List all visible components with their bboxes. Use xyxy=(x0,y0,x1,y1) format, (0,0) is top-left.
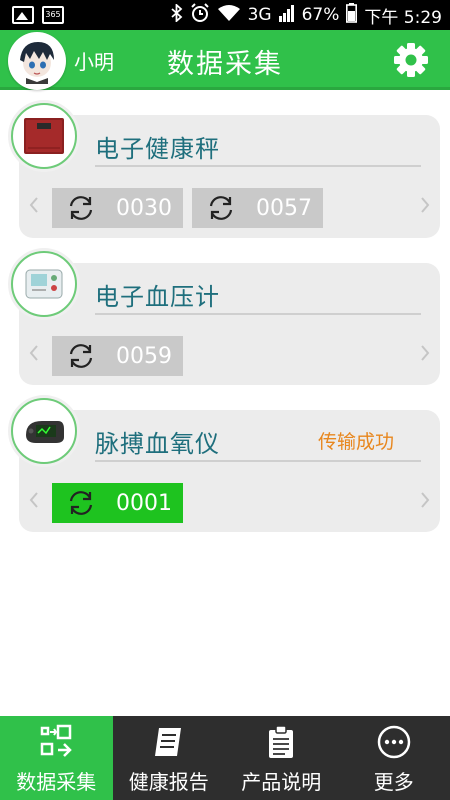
status-bar: 365 3G 67% 下午 5:29 xyxy=(0,0,450,30)
data-collect-icon xyxy=(41,724,73,757)
nav-label: 健康报告 xyxy=(128,770,209,794)
device-card-oximeter[interactable]: 脉搏血氧仪 传输成功 0001 xyxy=(11,398,440,532)
gear-icon xyxy=(394,43,428,77)
report-icon xyxy=(154,728,181,756)
user-avatar-icon xyxy=(20,42,54,84)
chevron-right-icon[interactable] xyxy=(420,343,430,368)
scale-device-image xyxy=(11,103,77,169)
page-title: 数据采集 xyxy=(167,49,283,80)
nav-label: 产品说明 xyxy=(241,770,322,794)
record-list: 0001 xyxy=(52,483,183,523)
transfer-status: 传输成功 xyxy=(317,431,394,453)
battery-percent: 67% xyxy=(301,5,340,25)
record-id: 0001 xyxy=(116,490,172,516)
pulse-oximeter-icon xyxy=(26,421,64,443)
sync-icon xyxy=(69,344,93,368)
divider xyxy=(95,313,421,315)
clock-time: 下午 5:29 xyxy=(364,7,442,28)
signal-icon xyxy=(278,4,295,27)
record-id: 0030 xyxy=(116,195,172,221)
avatar[interactable] xyxy=(8,32,66,90)
device-card-blood-pressure[interactable]: 电子血压计 0059 xyxy=(11,251,440,385)
record-id: 0057 xyxy=(256,195,312,221)
device-card-scale[interactable]: 电子健康秤 0030 0057 xyxy=(11,103,440,238)
scale-icon xyxy=(24,118,64,154)
record-button[interactable]: 0057 xyxy=(192,188,323,228)
more-icon xyxy=(377,725,410,759)
record-id: 0059 xyxy=(116,343,172,369)
nav-label: 更多 xyxy=(373,770,414,794)
record-button[interactable]: 0059 xyxy=(52,336,183,376)
app: 365 3G 67% 下午 5:29 数据采集 小明 电子健康秤 0030 00… xyxy=(0,0,450,800)
chevron-right-icon[interactable] xyxy=(420,490,430,515)
record-button[interactable]: 0030 xyxy=(52,188,183,228)
wifi-icon xyxy=(217,4,241,27)
chevron-right-icon[interactable] xyxy=(420,195,430,220)
settings-button[interactable] xyxy=(392,41,430,79)
chevron-left-icon[interactable] xyxy=(29,490,39,515)
battery-icon xyxy=(346,2,358,28)
record-list: 0030 0057 xyxy=(52,188,323,228)
bluetooth-icon xyxy=(171,2,183,27)
manual-icon xyxy=(269,725,294,758)
nav-label: 数据采集 xyxy=(16,770,97,794)
blood-pressure-device-image xyxy=(11,251,77,317)
chevron-left-icon[interactable] xyxy=(29,195,39,220)
oximeter-device-image xyxy=(11,398,77,464)
device-name: 电子健康秤 xyxy=(95,135,220,163)
gallery-notification-icon xyxy=(12,6,34,24)
sync-icon xyxy=(69,196,93,220)
blood-pressure-monitor-icon xyxy=(25,269,63,299)
divider xyxy=(95,460,421,462)
record-list: 0059 xyxy=(52,336,183,376)
sync-icon xyxy=(69,491,93,515)
device-name: 脉搏血氧仪 xyxy=(95,430,220,458)
chevron-left-icon[interactable] xyxy=(29,343,39,368)
user-name: 小明 xyxy=(74,50,114,74)
network-type: 3G xyxy=(247,5,272,25)
sync-icon xyxy=(209,196,233,220)
record-button-active[interactable]: 0001 xyxy=(52,483,183,523)
calendar-notification-icon: 365 xyxy=(42,6,64,24)
alarm-icon xyxy=(190,2,210,28)
nav-product-manual[interactable]: 产品说明 xyxy=(225,716,338,800)
divider xyxy=(95,165,421,167)
nav-health-report[interactable]: 健康报告 xyxy=(113,716,226,800)
nav-more[interactable]: 更多 xyxy=(338,716,450,800)
nav-data-collect[interactable]: 数据采集 xyxy=(0,716,113,800)
device-name: 电子血压计 xyxy=(95,283,220,311)
app-header: 数据采集 小明 xyxy=(0,30,450,90)
bottom-nav: 数据采集 健康报告 产品说明 更多 xyxy=(0,716,450,800)
